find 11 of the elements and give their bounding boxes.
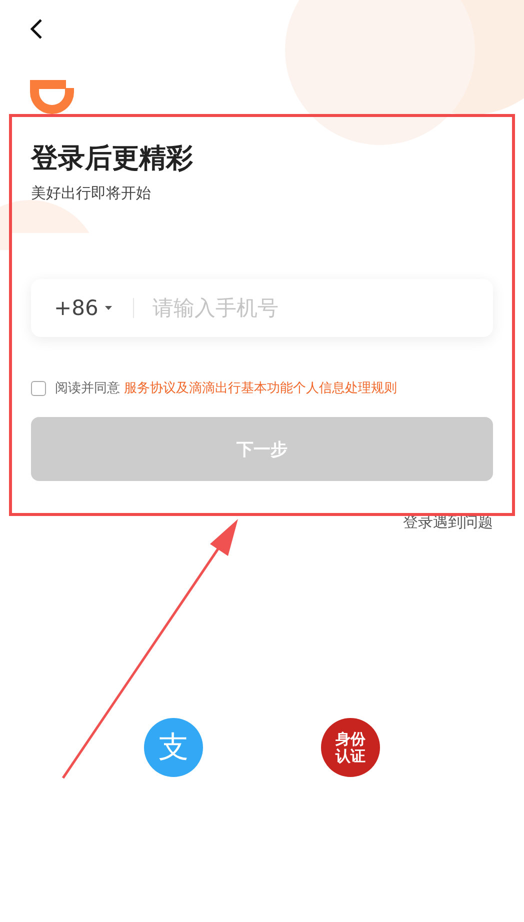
agreement-link[interactable]: 服务协议及滴滴出行基本功能个人信息处理规则	[124, 379, 397, 397]
caret-icon	[105, 306, 112, 310]
id-verification-button[interactable]: 身份认证	[321, 718, 380, 777]
agreement-checkbox[interactable]	[31, 380, 46, 396]
page-subtitle: 美好出行即将开始	[31, 184, 152, 203]
logo-icon	[30, 80, 76, 114]
country-code[interactable]: +86	[54, 296, 98, 320]
page-title: 登录后更精彩	[31, 142, 194, 176]
phone-input-field[interactable]: +86 请输入手机号	[31, 279, 493, 337]
agreement-text: 阅读并同意	[55, 380, 120, 397]
back-icon[interactable]	[29, 18, 43, 40]
